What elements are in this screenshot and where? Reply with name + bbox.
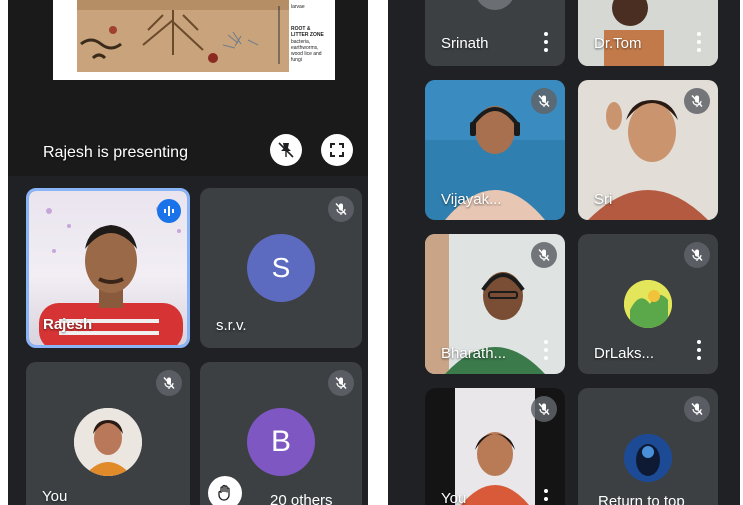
raise-hand-button[interactable]	[208, 476, 242, 505]
participant-tile-vijayak[interactable]: Vijayak...	[425, 80, 565, 220]
avatar	[624, 280, 672, 328]
more-options-button[interactable]	[539, 340, 553, 360]
mic-off-icon	[335, 203, 347, 215]
participant-tile-bharath[interactable]: Bharath...	[425, 234, 565, 374]
diagram-label-fungi: fungi	[291, 57, 302, 63]
avatar: S	[247, 234, 315, 302]
participant-name: You	[42, 488, 68, 505]
stop-presenting-button[interactable]	[270, 134, 302, 166]
mic-off-indicator	[684, 242, 710, 268]
participant-tile-rajesh[interactable]: Rajesh	[26, 188, 190, 348]
mic-off-indicator	[328, 196, 354, 222]
participant-name: Vijayak...	[441, 191, 502, 208]
more-options-button[interactable]	[539, 489, 553, 505]
mic-off-icon	[538, 95, 550, 107]
mic-off-icon	[691, 95, 703, 107]
right-meeting-screen: Srinath Dr.Tom Vijayak... Sri Bharath...…	[388, 0, 740, 505]
others-count-label: 20 others	[270, 491, 333, 505]
mic-off-indicator	[531, 88, 557, 114]
presentation-area[interactable]: larvae ROOT & LITTER ZONE bacteria, eart…	[8, 0, 368, 176]
profile-photo	[74, 408, 142, 476]
mic-off-indicator	[531, 242, 557, 268]
presenter-caption: Rajesh is presenting	[43, 144, 188, 161]
mic-off-indicator	[684, 88, 710, 114]
hand-icon	[218, 484, 230, 501]
diagram-label-larvae: larvae	[291, 4, 305, 10]
participant-name: Sri	[594, 191, 613, 208]
shared-slide: larvae ROOT & LITTER ZONE bacteria, eart…	[53, 0, 335, 80]
participant-tile-you[interactable]: You	[26, 362, 190, 505]
participant-tile-you[interactable]: You	[425, 388, 565, 505]
more-options-button[interactable]	[692, 32, 706, 52]
more-options-button[interactable]	[692, 340, 706, 360]
participant-name: s.r.v.	[216, 317, 247, 334]
return-to-top-button[interactable]: Return to top	[586, 488, 697, 505]
avatar	[74, 408, 142, 476]
participant-name: You	[441, 490, 467, 505]
mic-off-icon	[691, 403, 703, 415]
mic-off-indicator	[531, 396, 557, 422]
participant-tile-sri[interactable]: Sri	[578, 80, 718, 220]
mic-off-icon	[163, 377, 175, 389]
mic-off-icon	[335, 377, 347, 389]
mic-off-indicator	[684, 396, 710, 422]
speaking-indicator	[157, 199, 181, 223]
mic-off-indicator	[328, 370, 354, 396]
participant-name: Rajesh	[43, 316, 93, 333]
participant-tile-srv[interactable]: S s.r.v.	[200, 188, 362, 348]
avatar	[475, 0, 515, 10]
mic-off-icon	[538, 249, 550, 261]
participant-tile-drlaks[interactable]: DrLaks...	[578, 234, 718, 374]
participant-tile-drtom[interactable]: Dr.Tom	[578, 0, 718, 66]
avatar: B	[247, 408, 315, 476]
mic-off-indicator	[156, 370, 182, 396]
fullscreen-icon	[330, 143, 344, 157]
mic-off-icon	[691, 249, 703, 261]
return-to-top-label: Return to top	[598, 492, 685, 505]
participant-name: DrLaks...	[594, 345, 655, 362]
fullscreen-button[interactable]	[321, 134, 353, 166]
others-chip[interactable]: 20 others	[260, 488, 343, 505]
diagram-label-litter-zone: LITTER ZONE	[291, 32, 324, 38]
profile-photo	[624, 280, 672, 328]
participant-name: Srinath	[441, 35, 489, 52]
left-meeting-screen: larvae ROOT & LITTER ZONE bacteria, eart…	[8, 0, 368, 505]
pin-off-icon	[278, 142, 294, 158]
more-options-button[interactable]	[539, 32, 553, 52]
participant-tile-srinath[interactable]: Srinath	[425, 0, 565, 66]
profile-photo	[624, 434, 672, 482]
participant-name: Dr.Tom	[594, 35, 642, 52]
participant-name: Bharath...	[441, 345, 507, 362]
mic-off-icon	[538, 403, 550, 415]
soil-diagram-image: larvae ROOT & LITTER ZONE bacteria, eart…	[77, 0, 335, 80]
avatar	[624, 434, 672, 482]
audio-bars-icon	[164, 206, 174, 216]
